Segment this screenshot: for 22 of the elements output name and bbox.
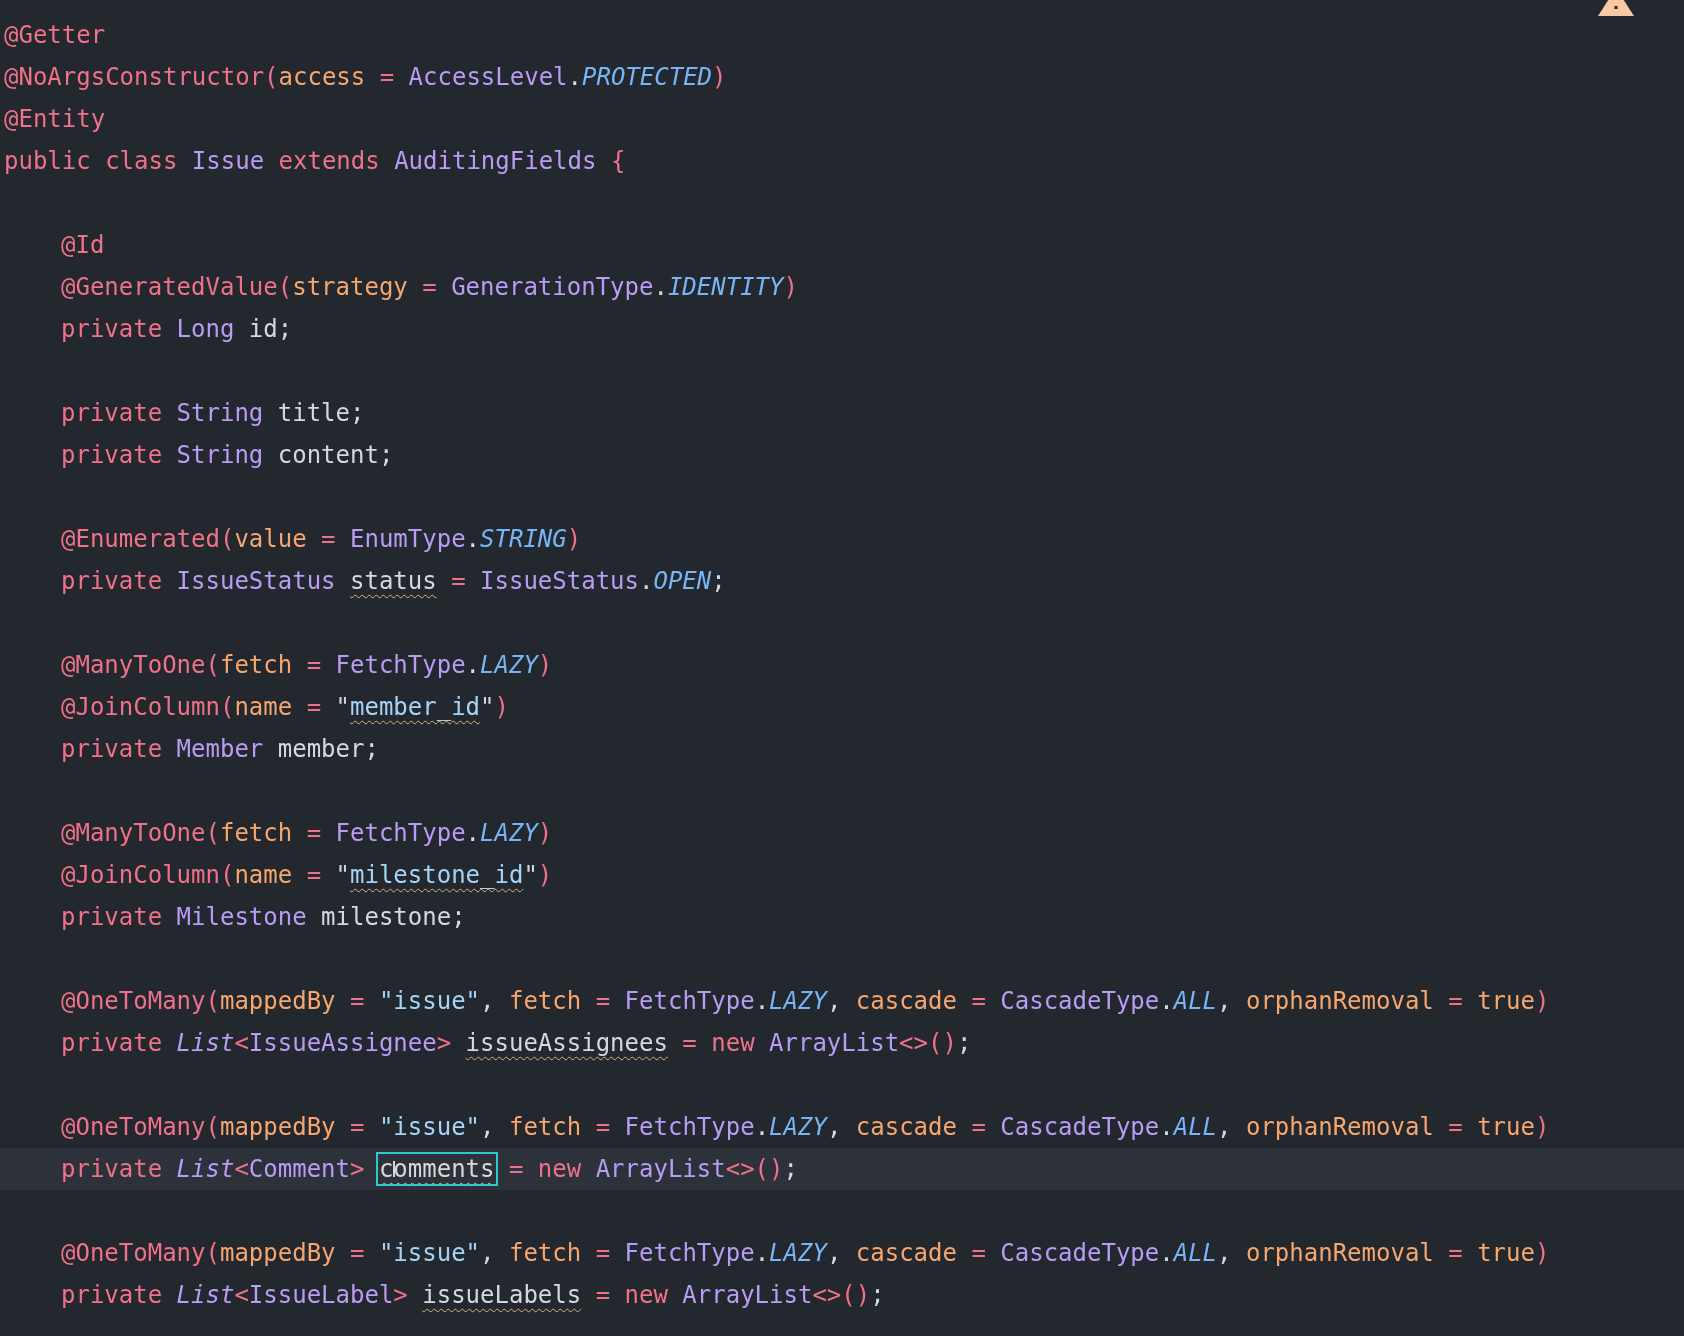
code-line: @NoArgsConstructor(access = AccessLevel.PROTECTED) [4,62,727,93]
code-line: @ManyToOne(fetch = FetchType.LAZY) [61,650,553,681]
code-line: @JoinColumn(name = "milestone_id") [61,860,553,891]
code-line: @Getter [4,20,106,51]
code-line: @OneToMany(mappedBy = "issue", fetch = FetchType.LAZY, cascade = CascadeType.ALL, orphanRemoval = true) [61,986,1550,1017]
code-line: @OneToMany(mappedBy = "issue", fetch = FetchType.LAZY, cascade = CascadeType.ALL, orphanRemoval = true) [61,1112,1550,1143]
code-line: public class Issue extends AuditingFields { [4,146,626,177]
code-line: private List<IssueAssignee> issueAssignees = new ArrayList<>(); [61,1028,972,1059]
code-line: @JoinColumn(name = "member_id") [61,692,509,723]
code-line: private IssueStatus status = IssueStatus.OPEN; [61,566,726,597]
code-line: private List<IssueLabel> issueLabels = new ArrayList<>(); [61,1280,885,1311]
code-line: private Long id; [61,314,293,345]
code-line: @OneToMany(mappedBy = "issue", fetch = FetchType.LAZY, cascade = CascadeType.ALL, orphanRemoval = true) [61,1238,1550,1269]
code-line: @Entity [4,104,106,135]
code-line: private Milestone milestone; [61,902,466,933]
code-line: private String title; [61,398,365,429]
code-line: @Id [61,230,105,261]
code-line: @Enumerated(value = EnumType.STRING) [61,524,582,555]
code-line: @ManyToOne(fetch = FetchType.LAZY) [61,818,553,849]
code-line: private Member member; [61,734,379,765]
code-line: @GeneratedValue(strategy = GenerationType.IDENTITY) [61,272,798,303]
code-line: private String content; [61,440,394,471]
